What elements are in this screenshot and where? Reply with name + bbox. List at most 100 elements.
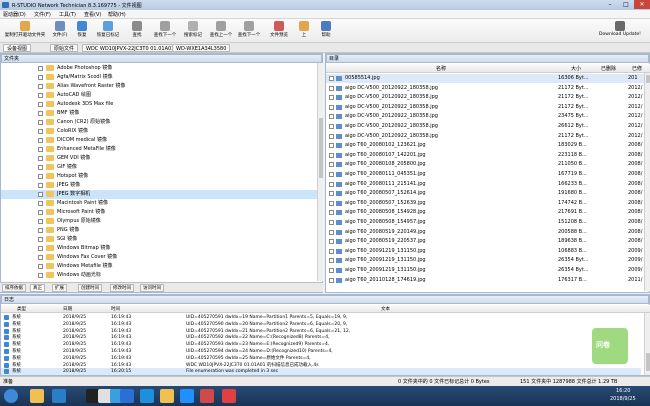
table-row[interactable]: aigo T60_20080107_142201.jpg 223118 B... 2… (326, 151, 644, 160)
table-row[interactable]: aigo T60_20080108_205800.jpg 211050 B... 2… (326, 160, 644, 169)
view-tab[interactable]: 设备视图 (3, 44, 32, 52)
table-row[interactable]: aigo T60_20080519_220149.jpg 200588 B... 2… (326, 228, 644, 237)
sort-tab[interactable]: 访问时间 (140, 284, 164, 292)
checkbox[interactable] (329, 124, 334, 129)
menu-item[interactable]: 驱动器(D) (3, 11, 26, 18)
table-row[interactable]: aigo T60_20080508_154957.jpg 151208 B... 2… (326, 218, 644, 227)
folder-item[interactable]: ColoRIX 镜像 (1, 127, 317, 136)
checkbox[interactable] (38, 84, 43, 89)
folder-item[interactable]: Agfa/Matrix Scodl 镜像 (1, 73, 317, 82)
log-column-header[interactable]: 日期 (63, 306, 72, 312)
checkbox[interactable] (38, 210, 43, 215)
checkbox[interactable] (38, 201, 43, 206)
folder-item[interactable]: GEM VDI 镜像 (1, 154, 317, 163)
file-scrollbar[interactable] (644, 73, 650, 291)
checkbox[interactable] (329, 76, 334, 81)
checkbox[interactable] (329, 191, 334, 197)
folder-item[interactable]: Windows Bitmap 镜像 (1, 244, 317, 253)
checkbox[interactable] (329, 104, 334, 110)
column-header[interactable]: 已删除 (601, 65, 616, 72)
toolbar-button-2[interactable]: 文件(F) (50, 20, 70, 42)
folder-item[interactable]: Enhanced MetaFile 镜像 (1, 145, 317, 154)
table-row[interactable]: aigo T60_20091219_131150.jpg 26354 Byt...… (326, 266, 644, 275)
folder-item[interactable]: Canon (CR2) 原始镜像 (1, 118, 317, 127)
checkbox[interactable] (38, 192, 43, 197)
folder-item[interactable]: PNG 镜像 (1, 226, 317, 235)
checkbox[interactable] (38, 66, 43, 71)
table-row[interactable]: aigo T60_20091219_131150.jpg 106883 B... 2… (326, 247, 644, 256)
checkbox[interactable] (329, 277, 334, 283)
folder-scrollbar[interactable] (317, 63, 323, 281)
column-header[interactable]: 名称 (436, 65, 446, 72)
checkbox[interactable] (38, 120, 43, 125)
qq-icon[interactable] (180, 389, 194, 403)
app-icon[interactable] (52, 389, 66, 403)
folder-item[interactable]: Autodesk 3DS Max file (1, 100, 317, 109)
toolbar-button-13[interactable]: Download Update! (592, 20, 648, 42)
checkbox[interactable] (38, 75, 43, 80)
table-row[interactable]: aigo T60_20080111_045351.jpg 167719 B... 2… (326, 170, 644, 179)
folder-item[interactable]: Microsoft Paint 镜像 (1, 208, 317, 217)
toolbar-button-12[interactable]: 帮助 (316, 20, 336, 42)
menu-item[interactable]: 文件(F) (34, 11, 51, 18)
close-button[interactable]: ✕ (634, 0, 650, 9)
folder-item[interactable]: SGI 镜像 (1, 235, 317, 244)
checkbox[interactable] (38, 246, 43, 251)
table-row[interactable]: aigo T60_20080508_154928.jpg 217691 B... 2… (326, 208, 644, 217)
checkbox[interactable] (329, 210, 334, 216)
toolbar-button-7[interactable]: 搜索标记 (180, 20, 206, 42)
column-header[interactable]: 已修 (632, 65, 642, 72)
toolbar-button-8[interactable]: 查找上一个 (208, 20, 234, 42)
toolbar-button-1[interactable]: 复制打开驱动文件夹 (2, 20, 48, 42)
folder-item[interactable]: Hotspot 镜像 (1, 172, 317, 181)
checkbox[interactable] (329, 143, 334, 149)
s-icon[interactable] (120, 389, 134, 403)
checkbox[interactable] (329, 258, 334, 264)
view-tab[interactable]: 原始文件 (50, 44, 79, 52)
toolbar-button-3[interactable]: 恢复 (72, 20, 92, 42)
table-row[interactable]: 00585514.jpg 16306 Byt... 201 (326, 74, 644, 83)
sort-tab[interactable]: 修改时间 (110, 284, 134, 292)
checkbox[interactable] (329, 248, 334, 254)
sort-tab[interactable]: 真正 (30, 284, 45, 292)
folder-item[interactable]: Alias Wavefront Raster 镜像 (1, 82, 317, 91)
folder-item[interactable]: Adobe Photoshop 镜像 (1, 64, 317, 73)
checkbox[interactable] (38, 102, 43, 107)
log-column-header[interactable]: 文本 (381, 306, 390, 312)
folder-item[interactable]: JPEG 镜像 (1, 181, 317, 190)
log-column-header[interactable]: 时间 (111, 306, 120, 312)
checkbox[interactable] (329, 162, 334, 168)
checkbox[interactable] (38, 273, 43, 278)
checkbox[interactable] (329, 200, 334, 206)
log-row[interactable]: 系统 2018/9/25 16:20:15 File enumeration was … (1, 368, 641, 376)
folder-item[interactable]: AutoCAD 绘图 (1, 91, 317, 100)
table-row[interactable]: aigo T60_20080507_152614.jpg 191680 B... 2… (326, 189, 644, 198)
checkbox[interactable] (38, 237, 43, 242)
checkbox[interactable] (329, 95, 334, 101)
checkbox[interactable] (329, 85, 334, 91)
table-row[interactable]: aigo DC-V500_20120922_180358.jpg 21172 By… (326, 103, 644, 112)
table-row[interactable]: aigo T60_20080102_123621.jpg 183029 B... 2… (326, 141, 644, 150)
folder-item[interactable]: Macintosh Paint 镜像 (1, 199, 317, 208)
table-row[interactable]: aigo DC-V500_20120922_180358.jpg 23475 By… (326, 112, 644, 121)
table-row[interactable]: aigo T60_20110128_174619.jpg 176317 B... 2… (326, 276, 644, 285)
folder-item[interactable]: BMF 镜像 (1, 109, 317, 118)
checkbox[interactable] (329, 229, 334, 235)
minimize-button[interactable]: – (602, 0, 618, 9)
toolbar-button-9[interactable]: 查找下一个 (236, 20, 262, 42)
table-row[interactable]: aigo DC-V500_20120922_180358.jpg 21172 By… (326, 84, 644, 93)
checkbox[interactable] (38, 93, 43, 98)
toolbar-button-11[interactable]: 上 (294, 20, 314, 42)
log-scroll-thumb[interactable] (646, 353, 650, 371)
checkbox[interactable] (329, 268, 334, 273)
folder-item[interactable]: Windows Metafile 镜像 (1, 262, 317, 271)
table-row[interactable]: aigo T60_20080111_215141.jpg 166233 B... 2… (326, 180, 644, 189)
checkbox[interactable] (38, 228, 43, 233)
music-icon[interactable] (200, 389, 214, 403)
folder-item[interactable]: Olympus 原始镜像 (1, 217, 317, 226)
checkbox[interactable] (38, 138, 43, 143)
folder-item[interactable]: DICOM medical 镜像 (1, 136, 317, 145)
checkbox[interactable] (329, 220, 334, 225)
checkbox[interactable] (329, 239, 334, 245)
table-row[interactable]: aigo T60_20080519_220537.jpg 189638 B... 2… (326, 237, 644, 246)
